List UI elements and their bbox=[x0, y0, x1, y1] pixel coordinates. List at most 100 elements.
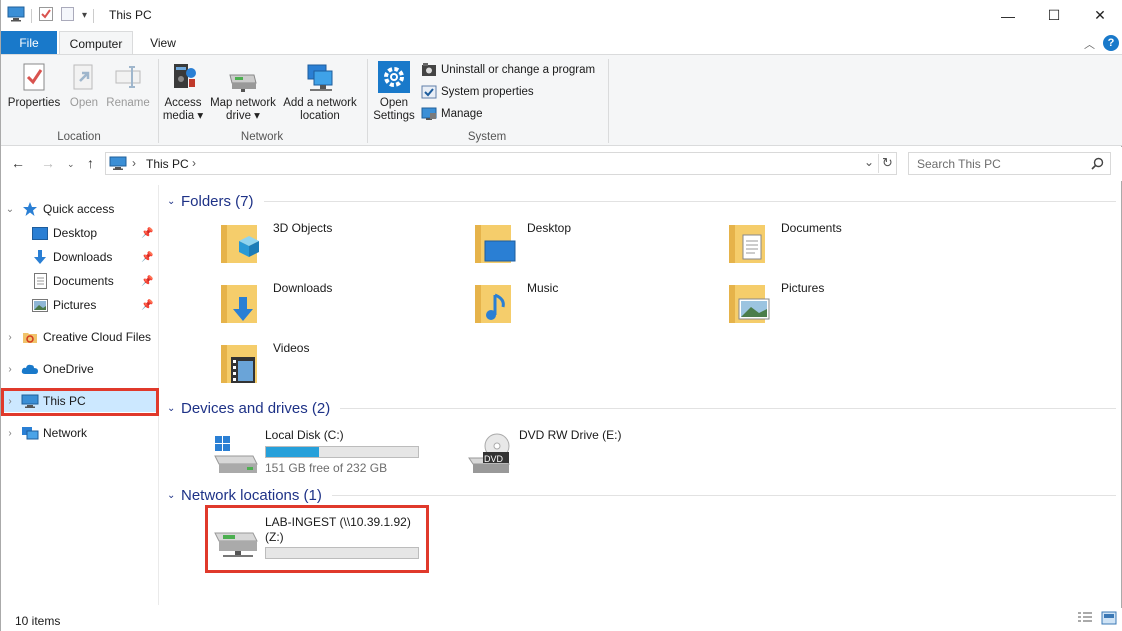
open-button[interactable]: Open bbox=[65, 61, 103, 110]
nav-item-quick-access[interactable]: ⌄ Quick access bbox=[3, 198, 157, 220]
add-network-location-button[interactable]: Add a network location bbox=[281, 61, 359, 123]
pin-icon[interactable]: 📌 bbox=[141, 276, 153, 287]
document-icon bbox=[31, 273, 49, 289]
nav-item-downloads[interactable]: Downloads 📌 bbox=[3, 246, 157, 268]
section-divider bbox=[263, 200, 1116, 202]
nav-item-pictures[interactable]: Pictures 📌 bbox=[3, 294, 157, 316]
system-properties-icon bbox=[421, 85, 437, 99]
search-box[interactable]: Search This PC bbox=[908, 152, 1111, 175]
up-arrow-icon[interactable]: ↑ bbox=[87, 155, 94, 171]
group-label-system: System bbox=[467, 131, 507, 143]
section-folders[interactable]: ⌄ Folders (7) bbox=[161, 191, 1116, 211]
map-network-drive-button[interactable]: Map network drive ▾ bbox=[207, 61, 279, 123]
drive-dvd-rw-e[interactable]: DVD DVD RW Drive (E:) bbox=[467, 428, 667, 484]
toolbar-divider bbox=[93, 8, 95, 23]
map-network-drive-label-2: drive ▾ bbox=[226, 110, 260, 122]
system-properties-label: System properties bbox=[441, 86, 534, 98]
rename-label: Rename bbox=[106, 97, 150, 109]
section-collapse-chevron-icon[interactable]: ⌄ bbox=[167, 196, 181, 207]
uninstall-label: Uninstall or change a program bbox=[441, 64, 596, 76]
computer-icon[interactable] bbox=[7, 6, 25, 25]
address-dropdown-icon[interactable]: ⌄ bbox=[864, 155, 874, 169]
collapsed-chevron-icon[interactable]: › bbox=[3, 364, 17, 375]
rename-button[interactable]: Rename bbox=[105, 61, 151, 110]
folder-name: Videos bbox=[273, 341, 310, 355]
forward-arrow-icon[interactable]: → bbox=[41, 155, 55, 171]
folder-3d-objects[interactable]: 3D Objects bbox=[217, 219, 457, 273]
section-collapse-chevron-icon[interactable]: ⌄ bbox=[167, 403, 181, 414]
section-title: Folders (7) bbox=[181, 192, 254, 210]
minimize-button[interactable]: — bbox=[985, 0, 1031, 31]
expanded-chevron-icon[interactable]: ⌄ bbox=[3, 204, 17, 215]
properties-check-icon[interactable] bbox=[38, 6, 54, 25]
recent-locations-chevron-icon[interactable]: ⌄ bbox=[67, 159, 75, 170]
map-network-drive-icon bbox=[227, 61, 259, 93]
search-icon bbox=[1091, 157, 1104, 170]
add-network-location-label-2: location bbox=[300, 110, 340, 122]
folder-downloads[interactable]: Downloads bbox=[217, 279, 457, 333]
new-folder-icon[interactable] bbox=[60, 6, 76, 25]
back-arrow-icon[interactable]: ← bbox=[11, 155, 25, 171]
close-button[interactable]: ✕ bbox=[1077, 0, 1122, 31]
documents-folder-icon bbox=[725, 219, 773, 267]
open-settings-label: Open bbox=[379, 97, 409, 109]
properties-icon bbox=[18, 61, 50, 93]
manage-icon bbox=[421, 107, 437, 120]
open-settings-label-2: Settings bbox=[373, 110, 415, 122]
uninstall-program-button[interactable]: Uninstall or change a program bbox=[421, 60, 595, 80]
help-icon[interactable]: ? bbox=[1103, 35, 1119, 51]
access-media-icon bbox=[167, 61, 199, 93]
pin-icon[interactable]: 📌 bbox=[141, 252, 153, 263]
nav-label: Downloads bbox=[53, 250, 113, 264]
folder-videos[interactable]: Videos bbox=[217, 339, 457, 393]
address-bar[interactable]: › This PC › ⌄ ↻ bbox=[105, 152, 897, 175]
folder-desktop[interactable]: Desktop bbox=[471, 219, 711, 273]
drive-name: Local Disk (C:) bbox=[265, 428, 344, 442]
section-collapse-chevron-icon[interactable]: ⌄ bbox=[167, 490, 181, 501]
nav-item-network[interactable]: › Network bbox=[3, 422, 157, 444]
access-media-button[interactable]: Access media ▾ bbox=[161, 61, 205, 123]
manage-button[interactable]: Manage bbox=[421, 104, 483, 124]
refresh-icon[interactable]: ↻ bbox=[882, 155, 893, 171]
folder-name: Pictures bbox=[781, 281, 825, 295]
section-title: Network locations (1) bbox=[181, 486, 322, 504]
add-network-location-label: Add a network bbox=[283, 97, 357, 109]
folder-music[interactable]: Music bbox=[471, 279, 711, 333]
nav-item-onedrive[interactable]: › OneDrive bbox=[3, 358, 157, 380]
open-settings-button[interactable]: Open Settings bbox=[371, 61, 417, 123]
drive-local-disk-c[interactable]: Local Disk (C:) 151 GB free of 232 GB bbox=[213, 428, 433, 484]
folder-pictures[interactable]: Pictures bbox=[725, 279, 965, 333]
tab-computer[interactable]: Computer bbox=[59, 31, 133, 55]
pin-icon[interactable]: 📌 bbox=[141, 228, 153, 239]
collapse-ribbon-icon[interactable]: ︿ bbox=[1084, 36, 1095, 52]
tab-file[interactable]: File bbox=[1, 31, 57, 55]
tab-view[interactable]: View bbox=[139, 31, 187, 55]
collapsed-chevron-icon[interactable]: › bbox=[3, 428, 17, 439]
maximize-button[interactable]: ☐ bbox=[1031, 0, 1077, 31]
nav-item-desktop[interactable]: Desktop 📌 bbox=[3, 222, 157, 244]
properties-label: Properties bbox=[7, 97, 61, 109]
nav-item-creative-cloud-files[interactable]: › Creative Cloud Files bbox=[3, 326, 157, 348]
pin-icon[interactable]: 📌 bbox=[141, 300, 153, 311]
breadcrumb-this-pc[interactable]: This PC bbox=[146, 157, 189, 171]
videos-folder-icon bbox=[217, 339, 265, 387]
add-network-location-icon bbox=[304, 61, 336, 93]
drive-usage-fill bbox=[266, 447, 320, 457]
large-icons-view-icon[interactable] bbox=[1101, 611, 1117, 628]
section-network-locations[interactable]: ⌄ Network locations (1) bbox=[161, 485, 1116, 505]
section-devices-and-drives[interactable]: ⌄ Devices and drives (2) bbox=[161, 398, 1116, 418]
folder-documents[interactable]: Documents bbox=[725, 219, 965, 273]
collapsed-chevron-icon[interactable]: › bbox=[3, 332, 17, 343]
properties-button[interactable]: Properties bbox=[5, 61, 63, 110]
drive-name: DVD RW Drive (E:) bbox=[519, 428, 622, 442]
download-arrow-icon bbox=[31, 249, 49, 265]
quick-access-toolbar: ▾ bbox=[7, 6, 95, 25]
details-view-icon[interactable] bbox=[1077, 611, 1093, 628]
nav-item-documents[interactable]: Documents 📌 bbox=[3, 270, 157, 292]
breadcrumb-chevron-icon[interactable]: › bbox=[192, 156, 196, 170]
this-pc-highlight-box bbox=[1, 388, 159, 416]
navigation-pane: ⌄ Quick access Desktop 📌 Downloads 📌 Doc… bbox=[1, 185, 159, 605]
access-media-label: Access bbox=[164, 97, 202, 109]
customize-dropdown-icon[interactable]: ▾ bbox=[82, 10, 87, 21]
system-properties-button[interactable]: System properties bbox=[421, 82, 534, 102]
